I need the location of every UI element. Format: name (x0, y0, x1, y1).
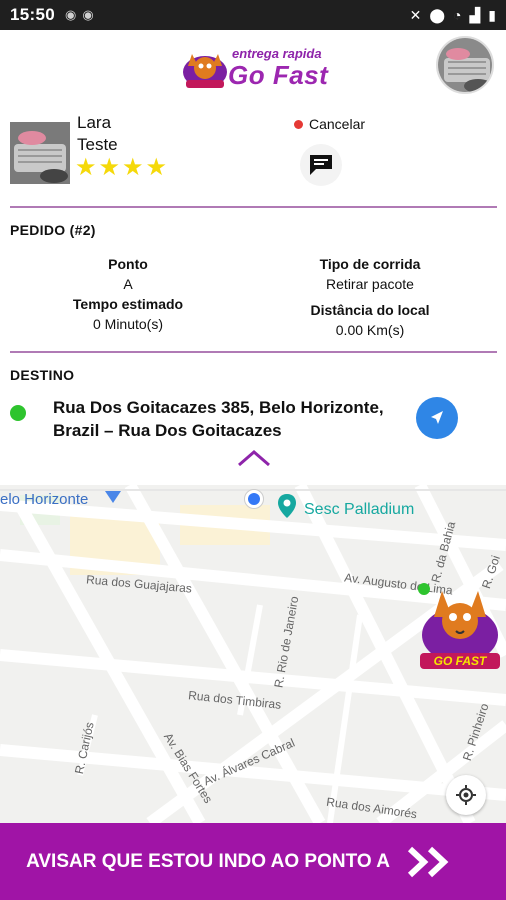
avatar-photo (438, 38, 492, 92)
star-icon: ★ (98, 154, 121, 181)
divider (10, 206, 497, 208)
navigation-arrow-icon (431, 411, 443, 424)
notification-icons: ◉ ◉ (65, 7, 94, 23)
destination-dot-icon (10, 405, 26, 421)
destination-title: DESTINO (10, 367, 75, 383)
star-icon: ★ (122, 154, 144, 181)
destination-address: Rua Dos Goitacazes 385, Belo Horizonte, … (53, 398, 384, 440)
driver-first-name: Lara (77, 113, 112, 132)
map-view[interactable]: elo Horizonte Sesc Palladium Rua dos Gua… (0, 485, 506, 823)
cancel-dot-icon (294, 119, 303, 129)
location-icon: ⬤ (429, 6, 446, 23)
order-info-right: Tipo de corrida Retirar pacote Distância… (290, 254, 450, 340)
ponto-value: A (123, 276, 133, 292)
order-card: Lara Teste ★ ★ ★ ★ Cancelar PEDIDO (#2) … (0, 102, 506, 467)
cancel-button[interactable]: Cancelar (294, 116, 365, 132)
my-location-button[interactable] (446, 775, 486, 815)
place-marker-icon (278, 494, 296, 518)
driver-last-name: Teste (77, 135, 118, 154)
tipo-value: Retirar pacote (326, 276, 414, 292)
signal-icon: ▟ (469, 6, 481, 23)
distancia-value: 0.00 Km(s) (335, 322, 405, 338)
driver-rating: ★ ★ ★ ★ (75, 156, 167, 180)
cancel-label: Cancelar (309, 116, 366, 132)
notification-icon: ◉ (82, 7, 94, 22)
logo-tagline: entrega rapida (232, 46, 322, 61)
driver-photo (10, 122, 70, 184)
tempo-label: Tempo estimado (72, 296, 184, 312)
mute-icon: ✕ (409, 6, 422, 23)
go-fast-logo: entrega rapida Go Fast (180, 42, 330, 96)
map-pin-icon (105, 491, 121, 503)
system-icons: ✕ ⬤ ◔ ▟ ▮ (410, 7, 496, 24)
notify-going-button[interactable]: AVISAR QUE ESTOU INDO AO PONTO A (0, 823, 506, 900)
status-time: 15:50 (10, 5, 55, 24)
order-title: PEDIDO (#2) (10, 222, 96, 238)
divider (10, 351, 497, 353)
wifi-icon: ◔ (453, 7, 462, 23)
notify-going-label: AVISAR QUE ESTOU INDO AO PONTO A (26, 851, 390, 872)
double-chevron-right-icon (407, 846, 449, 878)
navigate-button[interactable] (416, 397, 458, 439)
star-icon: ★ (75, 154, 97, 181)
chat-icon (310, 155, 332, 175)
logo-brand: Go Fast (228, 60, 329, 90)
driver-name: Lara Teste (77, 112, 157, 156)
map-label-belo-horizonte: elo Horizonte (0, 491, 89, 508)
chat-button[interactable] (300, 144, 342, 186)
ponto-label: Ponto (108, 256, 148, 272)
crosshair-icon (456, 785, 476, 805)
app-bar: entrega rapida Go Fast (0, 30, 506, 102)
tempo-value: 0 Minuto(s) (92, 316, 164, 332)
collapse-chevron-icon[interactable] (236, 447, 272, 469)
distancia-label: Distância do local (310, 302, 430, 318)
profile-avatar[interactable] (436, 36, 494, 94)
map-label-sesc: Sesc Palladium (304, 501, 415, 518)
tipo-label: Tipo de corrida (319, 256, 421, 272)
current-location-dot (244, 489, 264, 509)
fox-mascot-icon (183, 54, 227, 88)
notification-icon: ◉ (64, 7, 77, 22)
order-info-left: Ponto A Tempo estimado 0 Minuto(s) (48, 254, 208, 334)
star-icon: ★ (145, 154, 168, 181)
marker-brand-label: GO FAST (433, 654, 487, 668)
driver-map-marker[interactable]: GO FAST (416, 581, 504, 673)
status-bar: 15:50 ◉ ◉ ✕ ⬤ ◔ ▟ ▮ (0, 0, 506, 30)
battery-icon: ▮ (488, 6, 496, 23)
